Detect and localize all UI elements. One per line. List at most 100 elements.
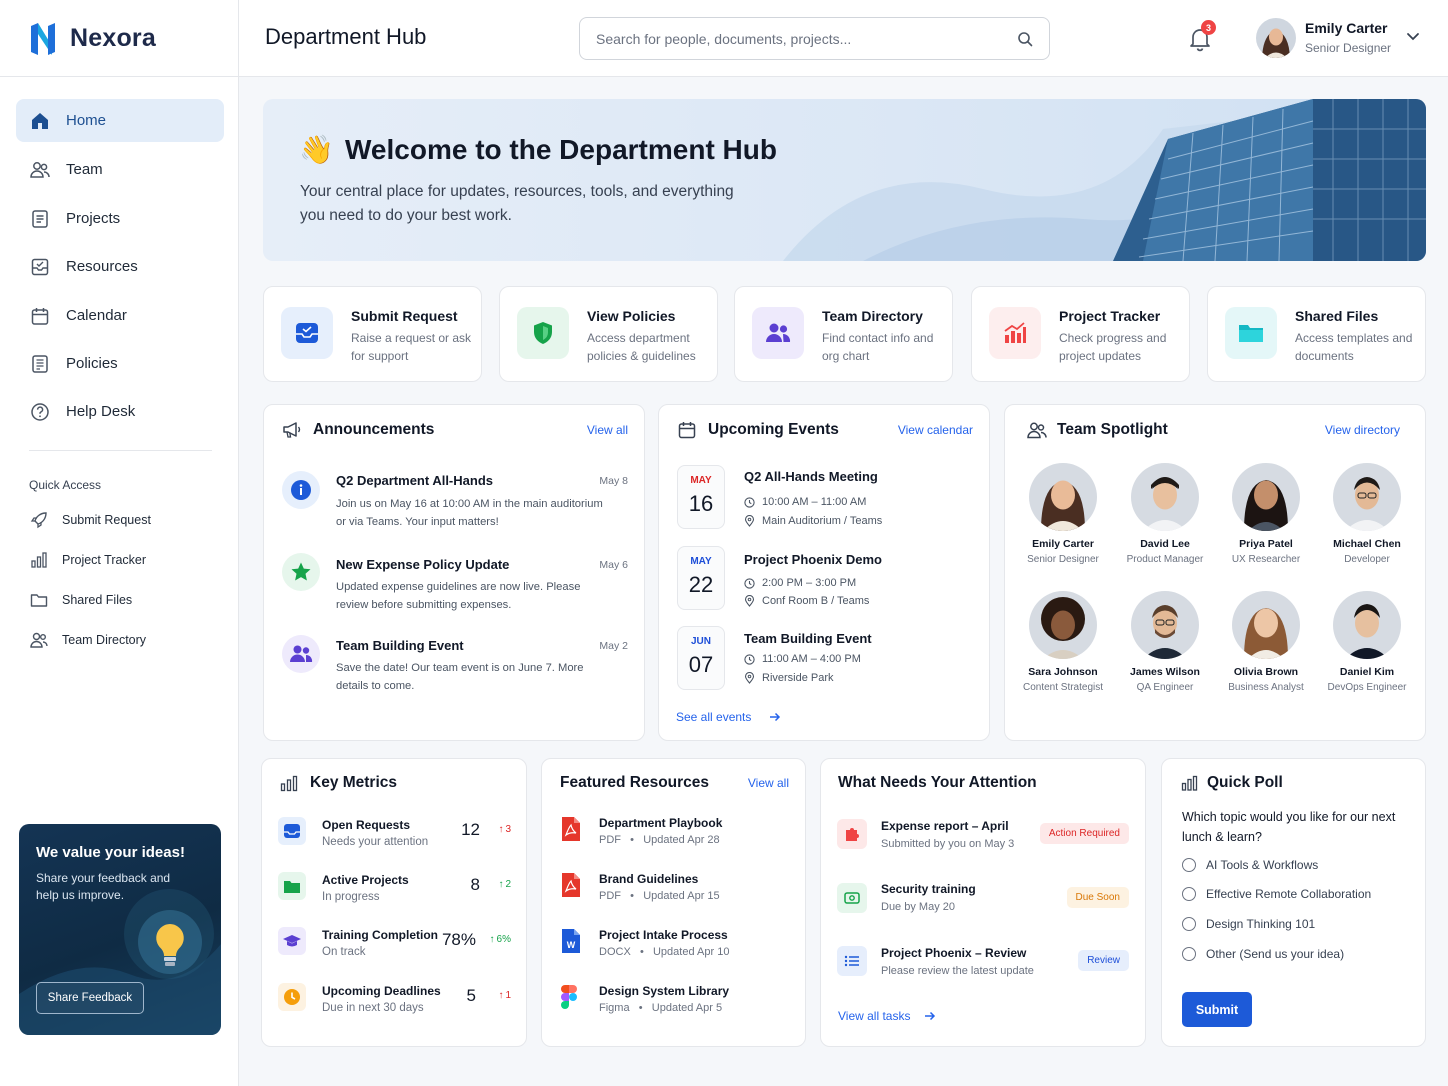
event-time: 11:00 AM – 4:00 PM: [744, 653, 861, 665]
quick-card-shared-files[interactable]: Shared Files Access templates and docume…: [1207, 286, 1426, 382]
avatar: [1333, 591, 1401, 659]
sidebar-item-policies[interactable]: Policies: [16, 342, 224, 385]
location-pin-icon: [744, 672, 755, 684]
team-member-name: Priya Patel: [1239, 538, 1293, 550]
search-icon[interactable]: [1017, 31, 1033, 47]
task-subtitle: Please review the latest update: [881, 965, 1034, 977]
poll-option[interactable]: Effective Remote Collaboration: [1182, 887, 1371, 901]
team-member-card[interactable]: Priya Patel UX Researcher: [1216, 463, 1316, 565]
metric-subtitle: Needs your attention: [322, 836, 429, 848]
team-member-card[interactable]: Daniel Kim DevOps Engineer: [1317, 591, 1417, 693]
team-member-name: Emily Carter: [1032, 538, 1094, 550]
poll-option[interactable]: Other (Send us your idea): [1182, 947, 1344, 961]
quick-access-team-directory[interactable]: Team Directory: [30, 631, 146, 649]
quick-access-heading: Quick Access: [29, 478, 102, 492]
radio-button[interactable]: [1182, 947, 1196, 961]
avatar: [1333, 463, 1401, 531]
poll-option[interactable]: Design Thinking 101: [1182, 917, 1315, 931]
resource-title[interactable]: Design System Library: [599, 984, 729, 998]
team-member-card[interactable]: Olivia Brown Business Analyst: [1216, 591, 1316, 693]
notification-count-badge: 3: [1201, 20, 1216, 35]
resource-title[interactable]: Project Intake Process: [599, 928, 728, 942]
radio-button[interactable]: [1182, 887, 1196, 901]
quick-card-project-tracker[interactable]: Project Tracker Check progress and proje…: [971, 286, 1190, 382]
poll-option[interactable]: AI Tools & Workflows: [1182, 858, 1318, 872]
feedback-text: Share your feedback and help us improve.: [36, 871, 171, 902]
sidebar-item-team[interactable]: Team: [16, 148, 224, 191]
chevron-down-icon[interactable]: [1406, 32, 1420, 42]
radio-button[interactable]: [1182, 917, 1196, 931]
task-title[interactable]: Security training: [881, 882, 976, 896]
quick-card-submit-request[interactable]: Submit Request Raise a request or ask fo…: [263, 286, 482, 382]
inbox-icon: [281, 307, 333, 359]
resources-view-all-link[interactable]: View all: [748, 776, 789, 790]
poll-question: Which topic would you like for our next …: [1182, 810, 1396, 844]
folder-icon: [1225, 307, 1277, 359]
resource-meta: PDF • Updated Apr 28: [599, 834, 720, 846]
quick-access-submit-request[interactable]: Submit Request: [30, 511, 151, 529]
waving-hand-icon: 👋: [299, 134, 334, 165]
quick-card-view-policies[interactable]: View Policies Access department policies…: [499, 286, 718, 382]
announcement-title[interactable]: Team Building Event: [336, 638, 464, 653]
event-location-text: Main Auditorium / Teams: [762, 515, 883, 527]
poll-submit-button[interactable]: Submit: [1182, 992, 1252, 1027]
resource-updated: Updated Apr 15: [643, 890, 720, 902]
event-title[interactable]: Team Building Event: [744, 631, 872, 646]
event-date-badge: JUN 07: [677, 626, 725, 690]
sidebar-divider: [29, 450, 212, 451]
sidebar-item-label: Resources: [66, 258, 138, 275]
sidebar-item-label: Policies: [66, 355, 118, 372]
quick-access-shared-files[interactable]: Shared Files: [30, 591, 132, 609]
resource-type: PDF: [599, 890, 621, 902]
lightbulb-icon: [138, 910, 202, 974]
team-member-name: Sara Johnson: [1028, 666, 1098, 678]
brand-logo[interactable]: Nexora: [0, 0, 239, 77]
quick-card-description: Raise a request or ask for support: [351, 331, 472, 363]
search-input[interactable]: [596, 30, 996, 47]
event-month: MAY: [690, 556, 712, 567]
view-directory-link[interactable]: View directory: [1325, 423, 1400, 437]
metric-delta: ↑ 3: [498, 824, 511, 835]
user-name[interactable]: Emily Carter: [1305, 20, 1387, 36]
metric-subtitle: Due in next 30 days: [322, 1002, 424, 1014]
event-title[interactable]: Project Phoenix Demo: [744, 552, 882, 567]
event-location-text: Riverside Park: [762, 672, 834, 684]
event-time-text: 2:00 PM – 3:00 PM: [762, 577, 857, 589]
team-member-card[interactable]: Emily Carter Senior Designer: [1013, 463, 1113, 565]
sidebar-item-calendar[interactable]: Calendar: [16, 294, 224, 337]
hero-title: Welcome to the Department Hub: [345, 134, 777, 165]
sidebar-item-help-desk[interactable]: Help Desk: [16, 390, 224, 433]
user-avatar[interactable]: [1256, 18, 1296, 58]
task-title[interactable]: Expense report – April: [881, 819, 1009, 833]
announcement-title[interactable]: Q2 Department All-Hands: [336, 473, 493, 488]
team-member-card[interactable]: Sara Johnson Content Strategist: [1013, 591, 1113, 693]
event-title[interactable]: Q2 All-Hands Meeting: [744, 469, 878, 484]
folder-icon: [278, 872, 306, 900]
avatar: [1232, 591, 1300, 659]
upcoming-events-panel: Upcoming Events View calendar MAY 16 Q2 …: [658, 404, 990, 741]
see-all-events-link[interactable]: See all events: [676, 710, 781, 724]
resource-title[interactable]: Brand Guidelines: [599, 872, 698, 886]
quick-access-project-tracker[interactable]: Project Tracker: [30, 551, 146, 569]
radio-button[interactable]: [1182, 858, 1196, 872]
view-calendar-link[interactable]: View calendar: [898, 423, 973, 437]
poll-title: Quick Poll: [1207, 774, 1283, 791]
resource-title[interactable]: Department Playbook: [599, 816, 722, 830]
view-all-tasks-link[interactable]: View all tasks: [838, 1009, 936, 1023]
announcement-title[interactable]: New Expense Policy Update: [336, 557, 509, 572]
quick-card-team-directory[interactable]: Team Directory Find contact info and org…: [734, 286, 953, 382]
search-bar[interactable]: [579, 17, 1050, 60]
share-feedback-button[interactable]: Share Feedback: [36, 982, 144, 1014]
sidebar-item-projects[interactable]: Projects: [16, 197, 224, 240]
sidebar-item-home[interactable]: Home: [16, 99, 224, 142]
team-member-card[interactable]: Michael Chen Developer: [1317, 463, 1417, 565]
task-title[interactable]: Project Phoenix – Review: [881, 946, 1026, 960]
calendar-icon: [31, 307, 49, 325]
sidebar-item-resources[interactable]: Resources: [16, 245, 224, 288]
team-member-card[interactable]: David Lee Product Manager: [1115, 463, 1215, 565]
announcement-date: May 6: [599, 559, 628, 571]
announcements-view-all-link[interactable]: View all: [587, 423, 628, 437]
clock-icon: [744, 577, 755, 589]
team-member-card[interactable]: James Wilson QA Engineer: [1115, 591, 1215, 693]
users-icon: [30, 632, 48, 648]
